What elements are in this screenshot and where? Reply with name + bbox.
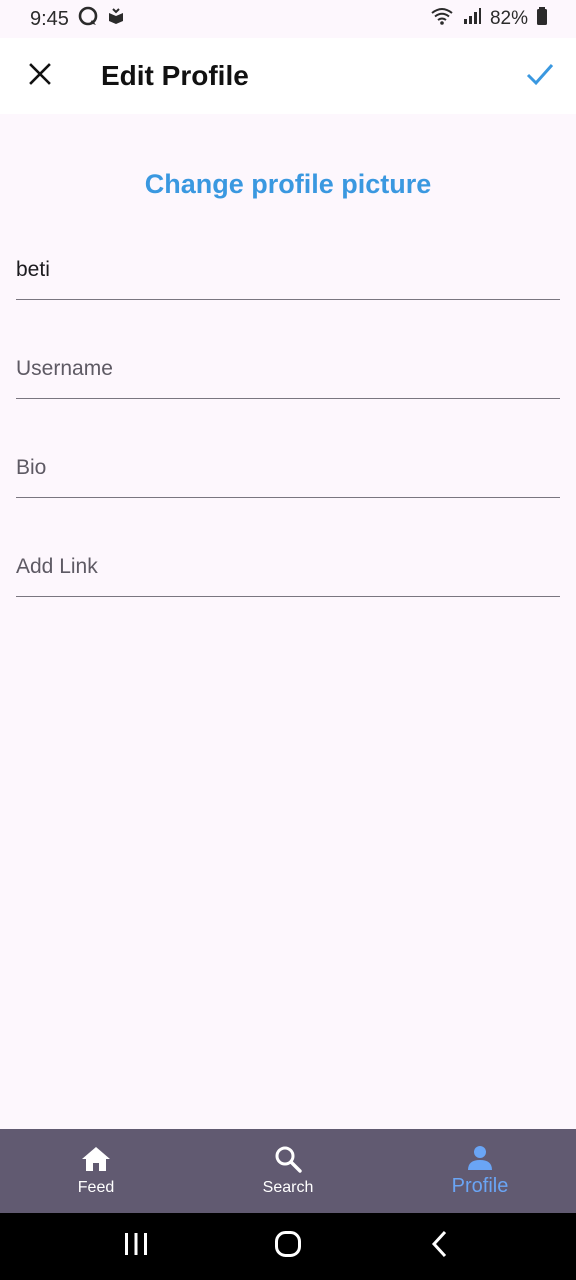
battery-percent: 82% xyxy=(489,8,528,29)
page-title: Edit Profile xyxy=(101,60,249,91)
home-button[interactable] xyxy=(258,1222,318,1272)
app-bar: Edit Profile xyxy=(0,38,576,114)
status-left: 9:45 xyxy=(30,5,125,33)
wifi-icon xyxy=(430,6,454,32)
search-icon xyxy=(274,1145,302,1173)
recent-apps-button[interactable] xyxy=(106,1222,166,1272)
username-input[interactable] xyxy=(16,339,560,398)
person-icon xyxy=(466,1145,494,1171)
status-bar: 9:45 82% xyxy=(0,0,576,38)
messenger-icon xyxy=(77,5,99,33)
recent-apps-icon xyxy=(123,1232,149,1261)
nav-item-feed[interactable]: Feed xyxy=(0,1129,192,1213)
home-icon xyxy=(81,1145,111,1173)
check-icon xyxy=(526,62,554,91)
status-time: 9:45 xyxy=(30,7,69,30)
back-chevron-icon xyxy=(430,1230,450,1263)
home-circle-icon xyxy=(274,1230,302,1263)
username-field[interactable] xyxy=(16,339,560,399)
battery-icon xyxy=(536,6,548,32)
nav-item-search[interactable]: Search xyxy=(192,1129,384,1213)
close-icon xyxy=(28,62,52,91)
nav-label-profile: Profile xyxy=(451,1174,509,1197)
nav-label-feed: Feed xyxy=(77,1179,115,1196)
bio-field[interactable] xyxy=(16,438,560,498)
status-right: 82% xyxy=(430,6,548,32)
bottom-navigation: Feed Search Profile xyxy=(0,1129,576,1213)
bio-input[interactable] xyxy=(16,438,560,497)
signal-icon xyxy=(462,6,482,32)
nav-item-profile[interactable]: Profile xyxy=(384,1129,576,1213)
back-button[interactable] xyxy=(410,1222,470,1272)
system-navigation-bar xyxy=(0,1213,576,1280)
link-input[interactable] xyxy=(16,537,560,596)
nav-label-search: Search xyxy=(262,1179,314,1196)
save-button[interactable] xyxy=(520,56,560,96)
link-field[interactable] xyxy=(16,537,560,597)
name-input[interactable] xyxy=(16,240,560,299)
app-notification-icon xyxy=(107,7,125,31)
change-profile-picture-link[interactable]: Change profile picture xyxy=(0,162,576,206)
name-field[interactable] xyxy=(16,240,560,300)
close-button[interactable] xyxy=(20,56,60,96)
